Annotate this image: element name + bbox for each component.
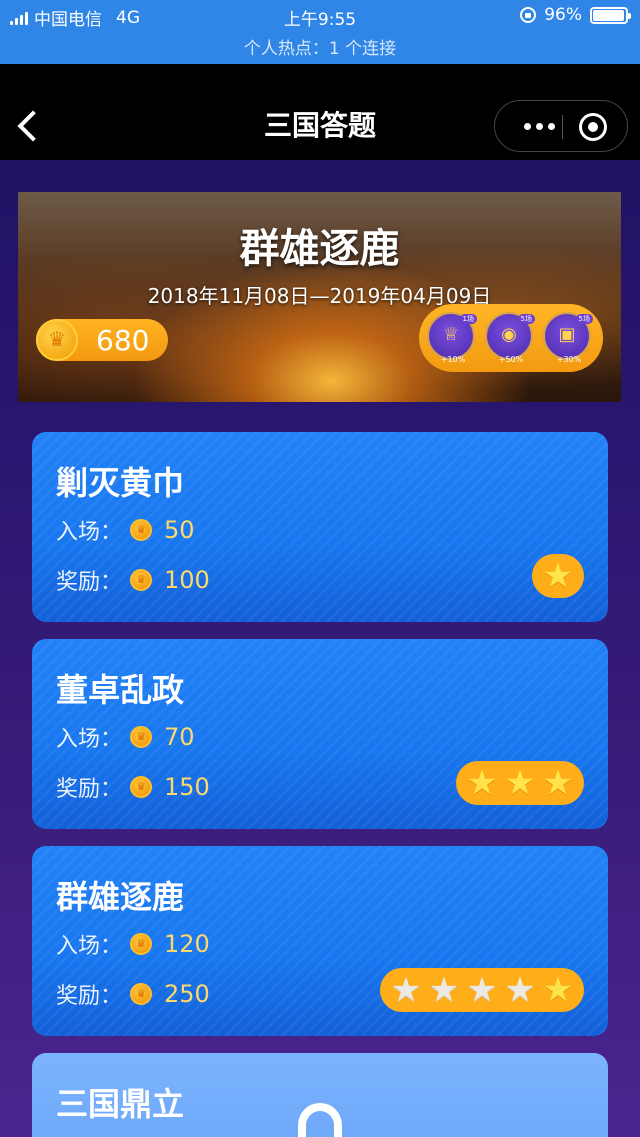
difficulty-stars: ★ ★ ★ — [456, 761, 584, 805]
reward-row: 奖励： 100 — [56, 564, 210, 596]
level-title: 群雄逐鹿 — [56, 878, 185, 916]
trophy-icon[interactable]: ♕ 1场 +10% — [427, 312, 477, 364]
reward-label: 奖励： — [56, 777, 123, 802]
entry-label: 入场： — [56, 934, 123, 959]
level-title: 三国鼎立 — [56, 1085, 185, 1123]
boost-percent: +30% — [556, 355, 582, 364]
boost-percent: +10% — [440, 355, 466, 364]
empty-star-icon: ★ — [466, 970, 498, 1010]
reward-label: 奖励： — [56, 984, 123, 1009]
event-banner[interactable]: 群雄逐鹿 2018年11月08日—2019年04月09日 680 ♕ 1场 +1… — [18, 192, 621, 402]
banner-title: 群雄逐鹿 — [239, 226, 400, 272]
boost-tag: 1场 — [459, 314, 477, 324]
empty-star-icon: ★ — [504, 970, 536, 1010]
coin-icon — [36, 319, 78, 361]
difficulty-stars: ★ — [532, 554, 584, 598]
star-icon: ★ — [542, 556, 574, 596]
level-card[interactable]: 剿灭黄巾 入场： 50 奖励： 100 ★ — [32, 432, 608, 622]
entry-label: 入场： — [56, 727, 123, 752]
coin-icon — [130, 726, 152, 748]
coin-balance-value: 680 — [96, 323, 150, 357]
coin-icon — [130, 776, 152, 798]
entry-row: 入场： 50 — [56, 514, 195, 546]
star-icon: ★ — [542, 970, 574, 1010]
level-title: 剿灭黄巾 — [56, 464, 185, 502]
rotation-lock-icon — [520, 7, 537, 23]
entry-row: 入场： 120 — [56, 928, 210, 960]
level-card[interactable]: 董卓乱政 入场： 70 奖励： 150 ★★★ — [32, 639, 608, 829]
lock-icon — [298, 1103, 342, 1137]
boost-tag: 5场 — [575, 314, 593, 324]
level-card[interactable]: 群雄逐鹿 入场： 120 奖励： 250 ★★★★★ — [32, 846, 608, 1036]
boost-panel: ♕ 1场 +10% ◉ 5场 +50% ▣ 5场 +30% — [419, 304, 603, 372]
nav-bar: 三国答题 — [0, 64, 640, 160]
level-card-locked[interactable]: 三国鼎立 — [32, 1053, 608, 1137]
card-icon[interactable]: ▣ 5场 +30% — [543, 312, 593, 364]
reward-value: 100 — [164, 566, 210, 594]
boost-percent: +50% — [498, 355, 524, 364]
star-icon: ★ — [542, 763, 574, 803]
entry-cost: 120 — [164, 930, 210, 958]
empty-star-icon: ★ — [390, 970, 422, 1010]
coins-icon[interactable]: ◉ 5场 +50% — [485, 312, 535, 364]
level-title: 董卓乱政 — [56, 671, 185, 709]
entry-row: 入场： 70 — [56, 721, 195, 753]
reward-row: 奖励： 150 — [56, 771, 210, 803]
status-bar: 中国电信 4G 上午9:55 96% 个人热点：1 个连接 — [0, 0, 640, 64]
star-icon: ★ — [466, 763, 498, 803]
boost-tag: 5场 — [517, 314, 535, 324]
reward-label: 奖励： — [56, 570, 123, 595]
entry-label: 入场： — [56, 520, 123, 545]
difficulty-stars: ★ ★ ★ ★ ★ — [380, 968, 584, 1012]
more-icon[interactable] — [515, 101, 563, 151]
hotspot-status[interactable]: 个人热点：1 个连接 — [0, 34, 640, 59]
reward-value: 150 — [164, 773, 210, 801]
reward-value: 250 — [164, 980, 210, 1008]
menu-capsule — [494, 100, 628, 152]
capsule-divider — [562, 115, 563, 139]
coin-icon — [130, 569, 152, 591]
reward-row: 奖励： 250 — [56, 978, 210, 1010]
close-miniprogram-icon[interactable] — [579, 113, 607, 141]
entry-cost: 70 — [164, 723, 195, 751]
coin-icon — [130, 933, 152, 955]
battery-icon — [590, 6, 631, 24]
star-icon: ★ — [504, 763, 536, 803]
coin-icon — [130, 519, 152, 541]
coin-balance: 680 — [36, 319, 168, 361]
empty-star-icon: ★ — [428, 970, 460, 1010]
battery-percent: 96% — [544, 5, 582, 25]
entry-cost: 50 — [164, 516, 195, 544]
coin-icon — [130, 983, 152, 1005]
